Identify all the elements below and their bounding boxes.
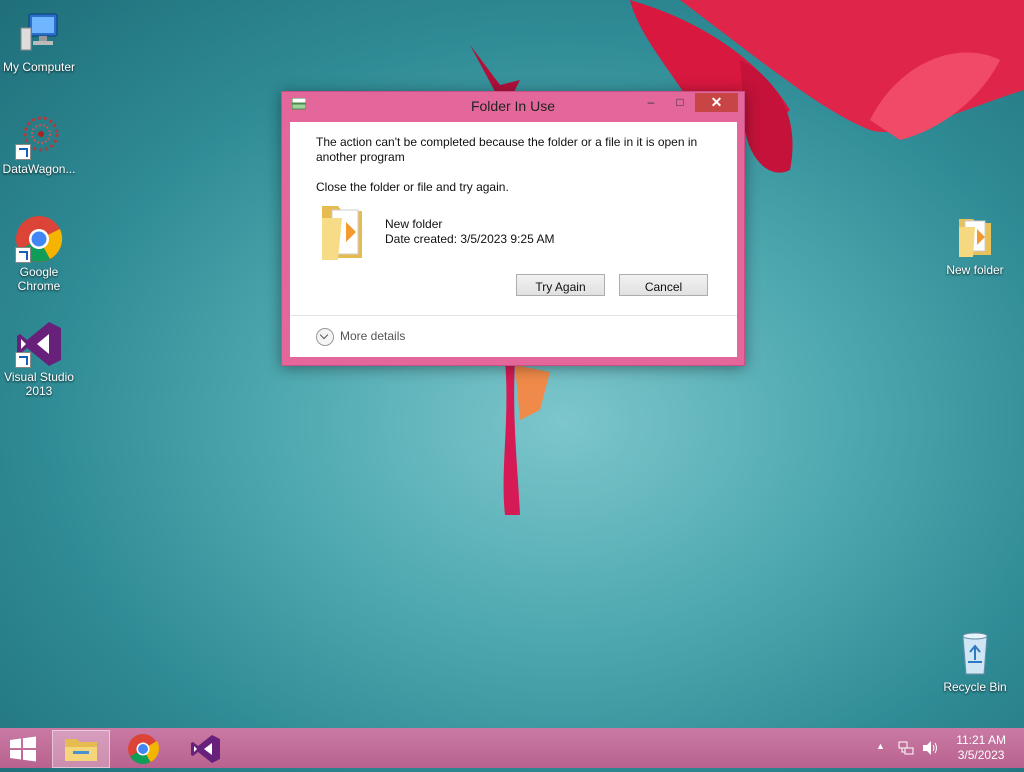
minimize-button[interactable]: – xyxy=(638,93,664,112)
desktop-icon-label: Recycle Bin xyxy=(943,680,1007,694)
desktop-icon-my-computer[interactable]: My Computer xyxy=(0,10,78,74)
taskbar-file-explorer[interactable] xyxy=(52,730,110,768)
taskbar: ▲ 11:21 AM 3/5/2023 xyxy=(0,728,1024,768)
desktop-icon-label: New folder xyxy=(946,263,1004,277)
desktop-icon-visual-studio[interactable]: Visual Studio 2013 xyxy=(0,320,78,398)
close-button[interactable]: ✕ xyxy=(695,93,738,112)
folder-icon xyxy=(951,213,999,261)
clock-time: 11:21 AM xyxy=(956,733,1006,747)
shortcut-arrow-icon xyxy=(15,144,31,160)
more-details-toggle[interactable]: More details xyxy=(316,328,405,346)
visual-studio-icon xyxy=(15,320,63,368)
shortcut-arrow-icon xyxy=(15,352,31,368)
clock[interactable]: 11:21 AM 3/5/2023 xyxy=(956,733,1006,763)
datawagon-icon xyxy=(15,112,63,160)
taskbar-visual-studio[interactable] xyxy=(176,730,234,768)
file-explorer-icon xyxy=(65,739,97,761)
item-date-created: Date created: 3/5/2023 9:25 AM xyxy=(385,232,555,246)
desktop-icon-label: My Computer xyxy=(2,60,76,74)
folder-in-use-dialog: Folder In Use – □ ✕ The action can't be … xyxy=(281,91,745,366)
visual-studio-icon xyxy=(191,735,220,763)
recycle-bin-icon xyxy=(951,630,999,678)
shortcut-arrow-icon xyxy=(15,247,31,263)
computer-icon xyxy=(15,10,63,58)
taskbar-google-chrome[interactable] xyxy=(114,730,172,768)
network-icon[interactable] xyxy=(898,740,914,756)
desktop-icon-label: Visual Studio 2013 xyxy=(4,370,74,398)
error-message: The action can't be completed because th… xyxy=(316,135,698,164)
more-details-label: More details xyxy=(340,329,406,344)
desktop-icon-datawagon[interactable]: DataWagon... xyxy=(0,112,78,176)
chrome-icon xyxy=(128,734,159,765)
clock-date: 3/5/2023 xyxy=(957,748,1005,762)
volume-icon[interactable] xyxy=(922,740,940,756)
divider xyxy=(290,315,737,316)
dialog-content: The action can't be completed because th… xyxy=(290,122,737,357)
chrome-icon xyxy=(15,215,63,263)
folder-icon xyxy=(322,206,362,260)
dialog-title-bar[interactable]: Folder In Use – □ ✕ xyxy=(282,92,744,121)
desktop-icon-new-folder[interactable]: New folder xyxy=(936,213,1014,277)
try-again-button[interactable]: Try Again xyxy=(516,274,605,296)
item-name: New folder xyxy=(385,217,443,231)
chevron-down-icon xyxy=(316,328,334,346)
desktop-icon-recycle-bin[interactable]: Recycle Bin xyxy=(936,630,1014,694)
desktop-icon-label: Google Chrome xyxy=(17,265,61,293)
windows-start-icon[interactable] xyxy=(8,736,38,762)
maximize-button[interactable]: □ xyxy=(667,93,693,112)
show-hidden-icons-button[interactable]: ▲ xyxy=(876,741,885,751)
instruction-text: Close the folder or file and try again. xyxy=(316,180,509,194)
desktop-icon-label: DataWagon... xyxy=(2,162,76,176)
cancel-button[interactable]: Cancel xyxy=(619,274,708,296)
desktop-icon-google-chrome[interactable]: Google Chrome xyxy=(0,215,78,293)
